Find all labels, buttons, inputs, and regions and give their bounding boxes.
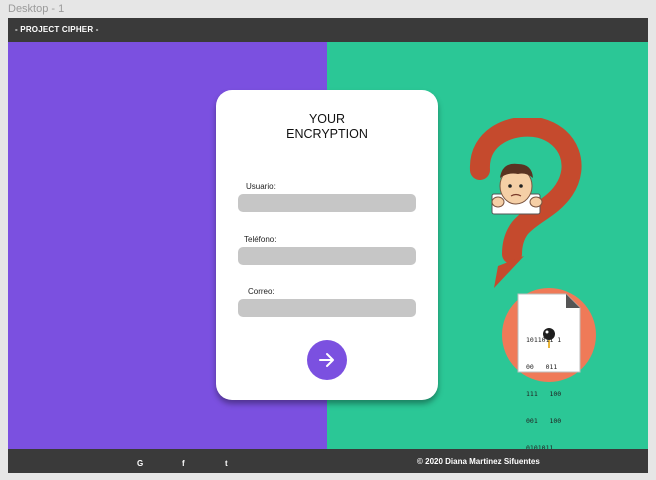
- artboard-label: Desktop - 1: [8, 3, 65, 15]
- telefono-input[interactable]: [238, 247, 416, 265]
- top-bar: - PROJECT CIPHER -: [8, 18, 648, 42]
- footer-bar: G f t © 2020 Diana Martinez Sifuentes: [8, 449, 648, 473]
- facebook-icon[interactable]: f: [182, 459, 185, 468]
- card-title-line-1: YOUR: [308, 112, 346, 126]
- question-mark-illustration: [470, 118, 582, 288]
- encrypted-document-illustration: 1011011 1 00 011 111 100 001 100 0101011: [502, 288, 596, 452]
- copyright-text: © 2020 Diana Martinez Sifuentes: [417, 457, 540, 466]
- card-title-line-2: ENCRYPTION: [286, 127, 368, 141]
- thinking-man-icon: [491, 163, 543, 215]
- correo-input[interactable]: [238, 299, 416, 317]
- submit-button[interactable]: [307, 340, 347, 380]
- brand-title: - PROJECT CIPHER -: [15, 25, 99, 34]
- encryption-form-card: YOUR ENCRYPTION Usuario: Teléfono: Corre…: [216, 90, 438, 400]
- twitter-icon[interactable]: t: [225, 459, 228, 468]
- card-title: YOUR ENCRYPTION: [216, 112, 438, 142]
- telefono-label: Teléfono:: [244, 235, 277, 244]
- arrow-right-icon: [319, 353, 334, 367]
- usuario-label: Usuario:: [246, 182, 276, 191]
- usuario-input[interactable]: [238, 194, 416, 212]
- google-icon[interactable]: G: [137, 459, 143, 468]
- artboard: - PROJECT CIPHER - 1011011 1 00 011 111 …: [8, 18, 648, 473]
- correo-label: Correo:: [248, 287, 275, 296]
